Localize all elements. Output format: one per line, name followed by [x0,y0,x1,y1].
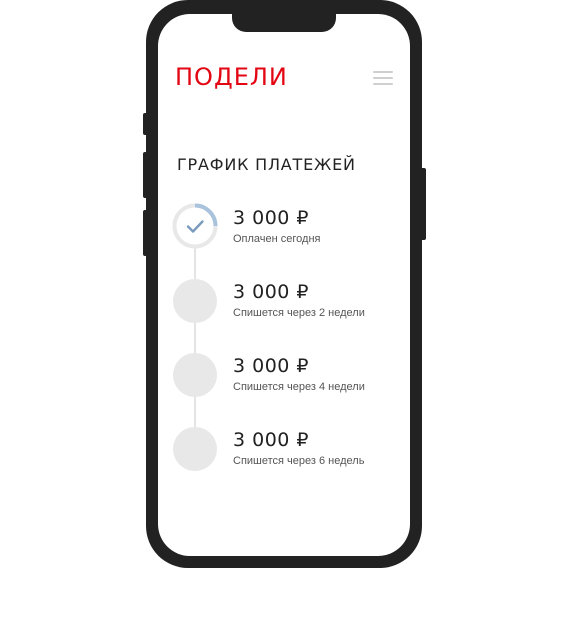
payment-caption: Спишется через 6 недель [233,455,365,467]
menu-line [373,83,393,85]
pending-step-circle [173,279,217,323]
payment-amount: 3 000 ₽ [233,429,310,451]
paid-check-icon [172,203,218,249]
payment-schedule-title: ГРАФИК ПЛАТЕЖЕЙ [177,155,356,174]
pending-step-circle [173,427,217,471]
payment-amount: 3 000 ₽ [233,355,310,377]
timeline-connector [194,226,196,448]
payment-amount: 3 000 ₽ [233,281,310,303]
phone-power-button [419,168,426,240]
menu-line [373,77,393,79]
menu-line [373,71,393,73]
payment-caption: Спишется через 2 недели [233,307,365,319]
hamburger-menu-icon[interactable] [373,70,393,86]
brand-logo[interactable]: ПОДЕЛИ [175,64,288,90]
page: ПОДЕЛИ ГРАФИК ПЛАТЕЖЕЙ 3 000 ₽ Оплачен с… [0,0,568,626]
phone-volume-up-button [143,152,149,198]
pending-step-circle [173,353,217,397]
phone-mute-switch [143,113,149,135]
payment-caption: Спишется через 4 недели [233,381,365,393]
phone-notch [232,10,336,32]
payment-caption: Оплачен сегодня [233,233,321,245]
phone-volume-down-button [143,210,149,256]
payment-amount: 3 000 ₽ [233,207,310,229]
